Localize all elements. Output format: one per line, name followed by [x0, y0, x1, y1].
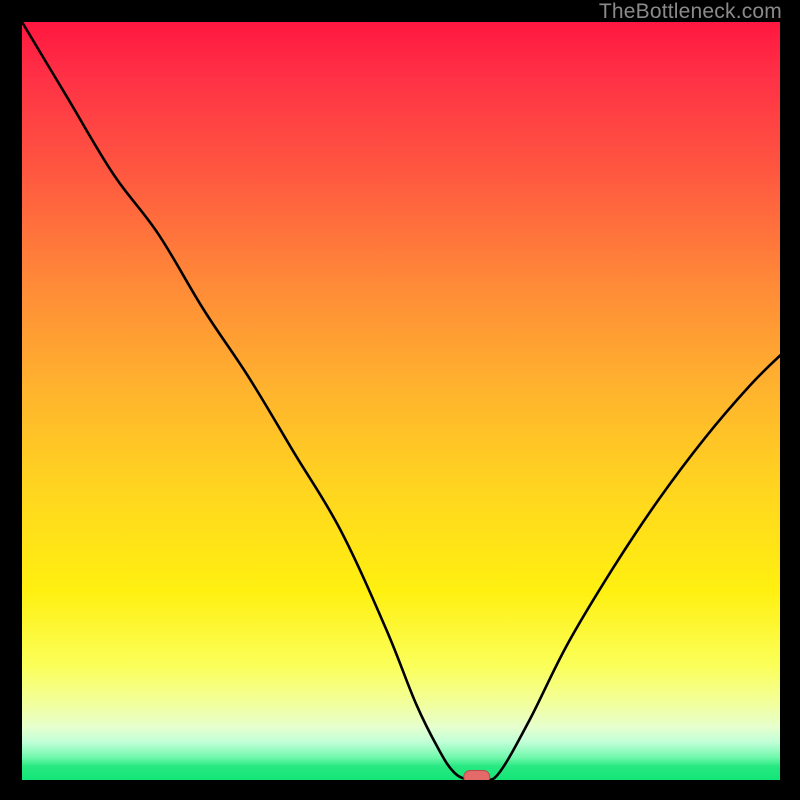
chart-frame: TheBottleneck.com [0, 0, 800, 800]
plot-area [22, 22, 780, 780]
watermark-text: TheBottleneck.com [599, 0, 782, 24]
minimum-marker [22, 22, 780, 780]
